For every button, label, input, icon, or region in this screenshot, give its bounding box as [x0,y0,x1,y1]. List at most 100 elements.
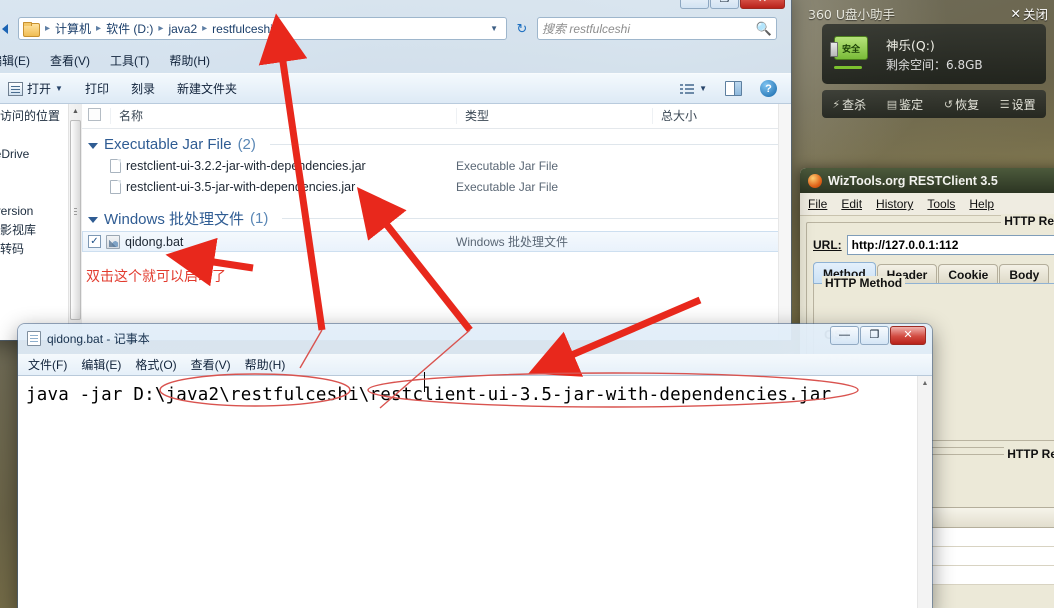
restclient-logo-icon [808,173,822,188]
open-icon [8,81,23,96]
maximize-button[interactable]: ❐ [710,0,739,9]
menu-file[interactable]: File [808,197,827,211]
menu-help[interactable]: 帮助(H) [245,356,286,373]
minimize-button[interactable]: — [680,0,709,9]
restore-icon: ↺ [943,97,954,111]
restclient-title: WizTools.org RESTClient 3.5 [828,173,998,188]
menu-edit[interactable]: Edit [841,197,862,211]
crumb-separator-icon: ▸ [45,23,51,34]
explorer-toolbar-right: ▼ ? [680,80,791,97]
group-header-jar-label: Executable Jar File [104,136,232,153]
crumb-separator-icon: ▸ [158,23,164,34]
table-row[interactable]: ✓ qidong.bat Windows 批处理文件 [82,231,791,252]
group-header-jar[interactable]: Executable Jar File (2) [82,129,791,155]
preview-pane-icon[interactable] [725,81,742,96]
burn-button[interactable]: 刻录 [131,80,155,97]
udisk-title: 360 U盘小助手 [808,7,895,22]
breadcrumb-item-drive-d[interactable]: 软件 (D:) [104,20,155,37]
udisk-action-restore[interactable]: ↺ 恢复 [944,96,979,113]
url-label: URL: [813,238,842,252]
new-folder-button[interactable]: 新建文件夹 [177,80,237,97]
tab-body[interactable]: Body [999,264,1050,284]
file-name-cell: ✓ qidong.bat [82,234,456,249]
group-header-bat[interactable]: Windows 批处理文件 (1) [82,201,791,231]
scrollbar-thumb[interactable] [70,120,81,320]
menu-edit[interactable]: 编辑(E) [81,356,121,373]
udisk-capacity-bar [834,66,862,69]
back-arrow-icon[interactable] [2,18,14,40]
notepad-scrollbar[interactable]: ▲ [917,376,932,608]
url-label-text: URL: [813,238,842,252]
udisk-assistant-panel: 360 U盘小助手 ✕ 关闭 安全 神乐(Q:) 剩余空间：6.8GB ⚡ 查杀… [800,0,1054,168]
url-input-value: http://127.0.0.1:112 [851,238,959,252]
menu-tools[interactable]: 工具(T) [110,52,149,69]
udisk-action-scan[interactable]: ⚡ 查杀 [832,96,866,113]
file-list-scrollbar[interactable] [778,104,791,340]
chevron-down-icon[interactable]: ▼ [484,24,504,33]
notepad-icon [27,330,41,346]
udisk-close-button[interactable]: ✕ 关闭 [1011,4,1049,23]
select-all-checkbox[interactable] [88,108,101,121]
menu-edit[interactable]: 编辑(E) [0,52,30,69]
usb-drive-icon: 安全 [830,36,868,60]
menu-help[interactable]: Help [969,197,994,211]
notepad-text-area[interactable]: java -jar D:\java2\restfulceshi\restclie… [18,376,932,608]
breadcrumb-item-java2[interactable]: java2 [166,22,199,36]
print-button[interactable]: 打印 [85,80,109,97]
column-header-name[interactable]: 名称 [110,108,456,124]
scroll-up-icon[interactable]: ▲ [69,104,82,118]
column-header-size[interactable]: 总大小 [652,108,791,124]
select-all-checkbox-column[interactable] [82,108,110,124]
url-input[interactable]: http://127.0.0.1:112 [846,235,1054,255]
close-button[interactable]: ✕ [740,0,785,9]
row-checkbox[interactable]: ✓ [88,235,101,248]
file-type-cell: Windows 批处理文件 [456,235,569,249]
menu-tools[interactable]: Tools [927,197,955,211]
navigation-pane: 近访问的位置 载 neDrive bversion 风影视库 风转码 频 片 档… [0,104,82,340]
udisk-action-identify[interactable]: ▤ 鉴定 [887,96,923,113]
udisk-action-settings[interactable]: ☰ 设置 [1000,96,1036,113]
collapse-triangle-icon[interactable] [88,143,98,149]
breadcrumb-item-computer[interactable]: 计算机 [53,20,93,37]
menu-view[interactable]: 查看(V) [191,356,231,373]
menu-format[interactable]: 格式(O) [135,356,176,373]
menu-history[interactable]: History [876,197,913,211]
maximize-button[interactable]: ❐ [860,326,889,345]
group-header-bat-count: (1) [250,210,269,227]
open-button[interactable]: 打开 ▼ [8,80,63,97]
settings-icon: ☰ [999,97,1010,111]
folder-icon [23,21,40,37]
file-name-label: qidong.bat [125,234,184,249]
udisk-action-scan-label: 查杀 [842,97,867,112]
refresh-icon[interactable]: ↻ [511,18,533,40]
table-row[interactable]: restclient-ui-3.2.2-jar-with-dependencie… [82,155,791,176]
explorer-window-controls: — ❐ ✕ [680,0,785,9]
jar-file-icon [110,158,121,173]
help-icon[interactable]: ? [760,80,777,97]
udisk-action-restore-label: 恢复 [955,97,980,112]
minimize-button[interactable]: — [830,326,859,345]
collapse-triangle-icon[interactable] [88,217,98,223]
column-header-type[interactable]: 类型 [456,108,652,124]
list-view-icon [680,82,695,95]
breadcrumb-item-restfulceshi[interactable]: restfulceshi [210,22,275,36]
udisk-close-label: 关闭 [1022,7,1048,22]
tab-cookie[interactable]: Cookie [938,264,999,284]
search-input[interactable]: 搜索 restfulceshi 🔍 [537,17,777,40]
response-panel-legend: HTTP Re [1004,447,1054,461]
navigation-scrollbar[interactable]: ▲ [68,104,82,340]
notepad-window-controls: — ❐ ✕ [830,326,926,345]
view-mode-button[interactable]: ▼ [680,82,707,95]
explorer-body: 近访问的位置 载 neDrive bversion 风影视库 风转码 频 片 档… [0,104,791,340]
menu-file[interactable]: 文件(F) [28,356,67,373]
menu-view[interactable]: 查看(V) [50,52,90,69]
crumb-separator-icon: ▸ [96,23,102,34]
close-button[interactable]: ✕ [890,326,926,345]
menu-history-label: History [876,197,914,211]
scroll-up-icon[interactable]: ▲ [918,376,932,391]
breadcrumb[interactable]: ▸ 计算机 ▸ 软件 (D:) ▸ java2 ▸ restfulceshi ▼ [18,17,507,40]
table-row[interactable]: restclient-ui-3.5-jar-with-dependencies.… [82,176,791,197]
menu-help[interactable]: 帮助(H) [169,52,210,69]
request-panel-legend: HTTP Re [1001,214,1054,228]
jar-file-icon [110,179,121,194]
